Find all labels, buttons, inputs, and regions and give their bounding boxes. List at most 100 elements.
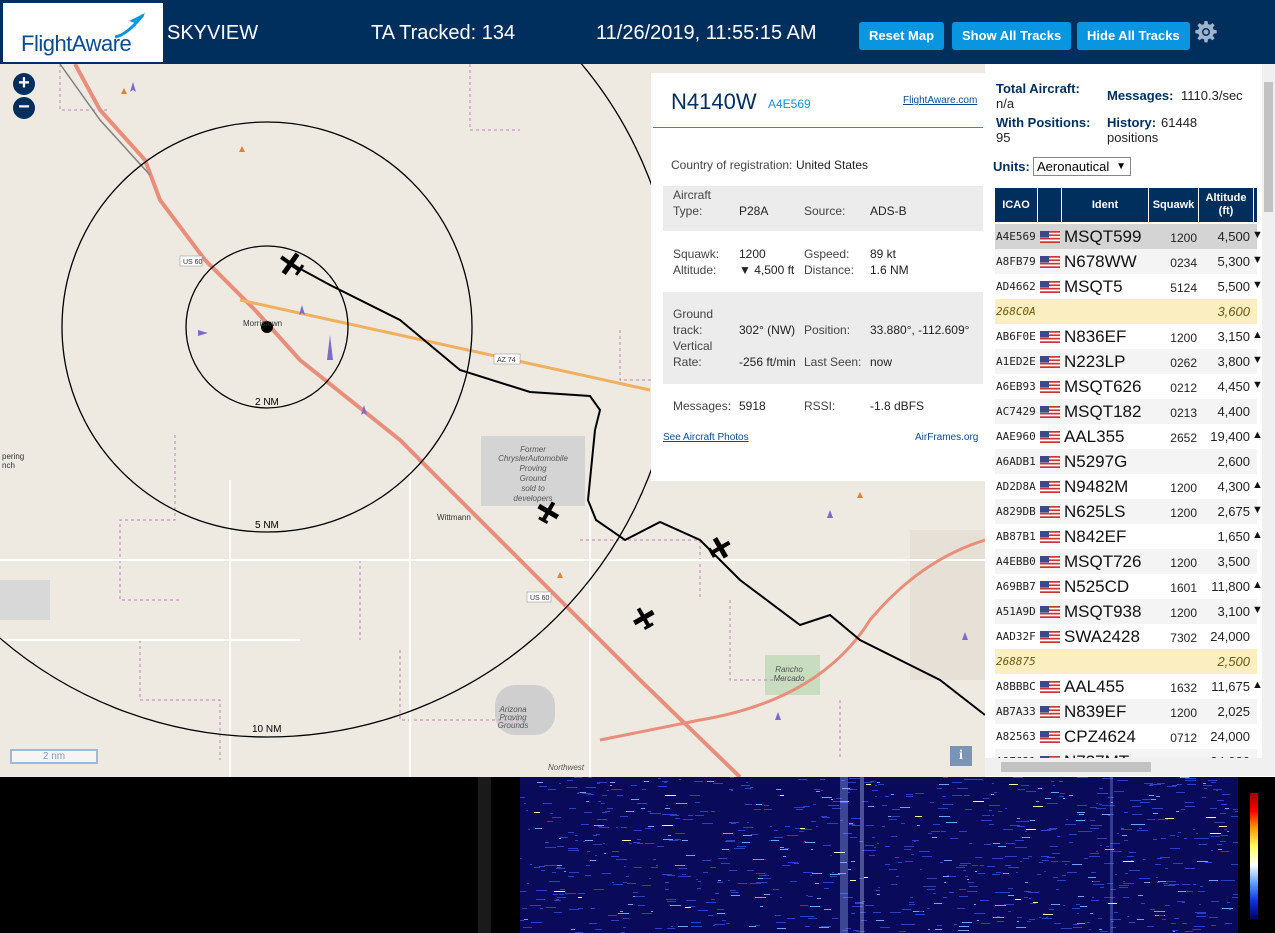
zoom-in-button[interactable]: +: [13, 73, 35, 95]
airframes-link[interactable]: AirFrames.org: [915, 432, 978, 443]
units-label: Units:: [993, 159, 1030, 174]
us-flag-icon: [1040, 731, 1060, 743]
aircraft-table-body: A4E569 MSQT599 1200 4,500 ▼ A8FB79 N678WW 0234 5…: [995, 224, 1263, 774]
svg-text:Proving: Proving: [519, 464, 547, 473]
flightaware-logo[interactable]: FlightAware: [3, 3, 163, 62]
row-ident: N9482M: [1064, 477, 1129, 496]
source-value: ADS-B: [870, 204, 907, 218]
table-row[interactable]: A4E569 MSQT599 1200 4,500 ▼: [995, 224, 1263, 249]
row-squawk: 1200: [1170, 706, 1197, 720]
us-flag-icon: [1040, 356, 1060, 368]
table-row[interactable]: A1ED2E N223LP 0262 3,800 ▼: [995, 349, 1263, 374]
table-row[interactable]: AB6F0E N836EF 1200 3,150 ▲: [995, 324, 1263, 349]
svg-text:Morristown: Morristown: [243, 319, 282, 328]
column-icao[interactable]: ICAO: [995, 188, 1037, 222]
table-row[interactable]: 268C0A 3,600: [995, 299, 1257, 324]
table-row[interactable]: AAE960 AAL355 2652 19,400 ▲: [995, 424, 1263, 449]
us-flag-icon: [1040, 706, 1060, 718]
table-row[interactable]: AD4662 MSQT5 5124 5,500 ▼: [995, 274, 1263, 299]
reset-map-button[interactable]: Reset Map: [859, 22, 945, 50]
row-icao: AD2D8A: [996, 480, 1036, 493]
table-row[interactable]: A4EBB0 MSQT726 1200 3,500: [995, 549, 1257, 574]
row-icao: A82563: [996, 730, 1036, 743]
distance-label: Distance:: [804, 263, 855, 277]
row-ident: N5297G: [1064, 452, 1128, 471]
with-positions-label: With Positions:: [996, 115, 1091, 130]
svg-text:sold to: sold to: [521, 484, 545, 493]
gear-icon[interactable]: [1194, 20, 1218, 44]
row-squawk: 0212: [1170, 381, 1197, 395]
svg-text:ChryslerAutomobile: ChryslerAutomobile: [498, 454, 568, 463]
column-squawk[interactable]: Squawk: [1149, 188, 1198, 222]
row-squawk: 1200: [1170, 331, 1197, 345]
row-altitude: 11,675: [1211, 679, 1250, 694]
table-row[interactable]: A6EB93 MSQT626 0212 4,450 ▼: [995, 374, 1263, 399]
svg-text:Ground: Ground: [520, 474, 547, 483]
gspeed-label: Gspeed:: [804, 247, 850, 261]
squawk-label: Squawk:: [673, 247, 720, 261]
pane-divider[interactable]: [478, 777, 491, 933]
building-area: [0, 580, 50, 620]
horizontal-scrollbar[interactable]: [985, 758, 1275, 776]
row-icao: 268C0A: [996, 305, 1036, 318]
hide-all-tracks-button[interactable]: Hide All Tracks: [1077, 22, 1190, 50]
rssi-label: RSSI:: [804, 399, 836, 413]
row-squawk: 0213: [1170, 406, 1197, 420]
table-row[interactable]: 268875 2,500: [995, 649, 1257, 674]
table-row[interactable]: A69BB7 N525CD 1601 11,800 ▲: [995, 574, 1263, 599]
table-row[interactable]: AC7429 MSQT182 0213 4,400: [995, 399, 1257, 424]
row-altitude: 3,500: [1217, 554, 1250, 569]
svg-text:Northwest: Northwest: [548, 763, 585, 772]
us-flag-icon: [1040, 256, 1060, 268]
row-ident: N836EF: [1064, 327, 1127, 346]
us-flag-icon: [1040, 531, 1060, 543]
table-row[interactable]: A8BBBC AAL455 1632 11,675 ▲: [995, 674, 1263, 699]
svg-text:pering: pering: [2, 452, 24, 461]
us-flag-icon: [1040, 281, 1060, 293]
row-ident: MSQT726: [1064, 552, 1142, 571]
info-icon[interactable]: i: [950, 746, 972, 766]
row-icao: A51A9D: [996, 605, 1036, 618]
us-flag-icon: [1040, 406, 1060, 418]
zoom-out-button[interactable]: −: [13, 97, 35, 119]
map-scale-bar: 2 nm: [10, 749, 98, 764]
spectrogram-colorbar: [1250, 793, 1258, 919]
row-altitude: 5,500: [1217, 279, 1250, 294]
table-row[interactable]: AB87B1 N842EF 1,650 ▲: [995, 524, 1263, 549]
row-altitude: 4,500: [1217, 229, 1250, 244]
town-area: [910, 530, 985, 680]
table-header: ICAO Ident Squawk Altitude (ft): [995, 188, 1257, 222]
column-altitude[interactable]: Altitude (ft): [1199, 188, 1253, 222]
table-row[interactable]: A6ADB1 N5297G 2,600: [995, 449, 1257, 474]
column-flag[interactable]: [1038, 188, 1061, 222]
row-ident: MSQT599: [1064, 227, 1142, 246]
units-select[interactable]: Aeronautical ▼: [1033, 157, 1131, 176]
country-value: United States: [796, 158, 869, 172]
show-all-tracks-button[interactable]: Show All Tracks: [952, 22, 1072, 50]
vertical-scrollbar[interactable]: [1262, 64, 1275, 758]
column-ident[interactable]: Ident: [1062, 188, 1148, 222]
last-seen-label: Last Seen:: [804, 355, 862, 369]
aircraft-type-value: P28A: [739, 204, 769, 218]
aircraft-photos-link[interactable]: See Aircraft Photos: [663, 432, 749, 443]
row-altitude: 2,500: [1217, 654, 1250, 669]
table-row[interactable]: A51A9D MSQT938 1200 3,100 ▼: [995, 599, 1263, 624]
row-squawk: 0234: [1170, 256, 1197, 270]
flightaware-link[interactable]: FlightAware.com: [903, 95, 977, 106]
us-flag-icon: [1040, 581, 1060, 593]
table-row[interactable]: AAD32F SWA2428 7302 24,000: [995, 624, 1257, 649]
row-icao: A6ADB1: [996, 455, 1036, 468]
row-icao: AB87B1: [996, 530, 1036, 543]
row-ident: N839EF: [1064, 702, 1127, 721]
last-seen-value: now: [870, 355, 893, 369]
with-positions-value: 95: [996, 130, 1011, 145]
table-row[interactable]: A82563 CPZ4624 0712 24,000: [995, 724, 1257, 749]
row-altitude: 1,650: [1217, 529, 1250, 544]
table-row[interactable]: A8FB79 N678WW 0234 5,300 ▼: [995, 249, 1263, 274]
scrollbar-thumb-horizontal[interactable]: [1001, 762, 1151, 772]
table-row[interactable]: AB7A33 N839EF 1200 2,025: [995, 699, 1257, 724]
row-altitude: 5,300: [1217, 254, 1250, 269]
scrollbar-thumb[interactable]: [1264, 82, 1273, 212]
table-row[interactable]: AD2D8A N9482M 1200 4,300 ▲: [995, 474, 1263, 499]
table-row[interactable]: A829DB N625LS 1200 2,675 ▼: [995, 499, 1263, 524]
